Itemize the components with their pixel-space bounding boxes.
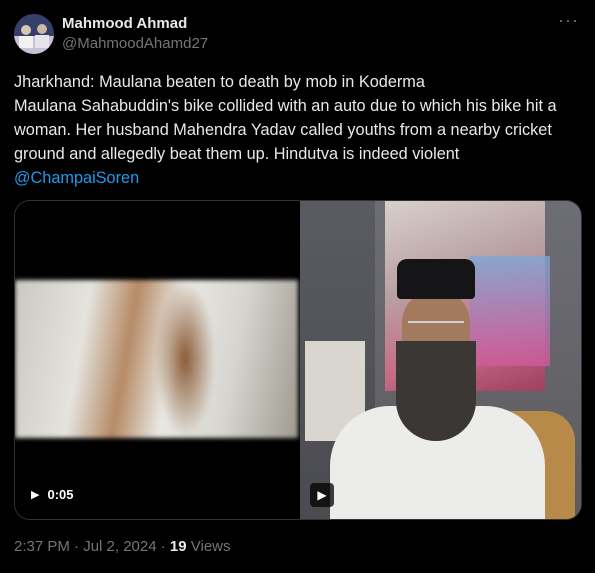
play-button-icon[interactable]: ▶ [310,483,334,507]
tweet-meta: 2:37 PM · Jul 2, 2024 · 19 Views [14,538,231,555]
avatar-image [14,14,54,54]
play-icon: ▶ [31,489,40,501]
mention-link[interactable]: @ChampaiSoren [14,169,139,187]
video-thumbnail-1[interactable]: ▶ 0:05 [15,201,298,519]
media-grid: ▶ 0:05 ▶ [14,200,582,520]
author-name[interactable]: Mahmood Ahmad [62,15,187,32]
avatar[interactable] [14,14,54,54]
timestamp[interactable]: 2:37 PM · Jul 2, 2024 · [14,538,170,555]
views-label: Views [186,538,231,555]
views-count: 19 [169,538,187,555]
tweet-text: Jharkhand: Maulana beaten to death by mo… [14,70,582,190]
video-thumbnail-2[interactable]: ▶ [300,201,581,519]
tweet-line-1: Jharkhand: Maulana beaten to death by mo… [14,73,425,91]
video-frame-person-cap [397,259,475,299]
video-frame-poster-2 [470,256,550,366]
video-duration: 0:05 [47,487,74,502]
tweet-line-2: Maulana Sahabuddin's bike collided with … [14,97,557,163]
more-options-icon[interactable]: ··· [558,10,579,31]
video-frame-person-beard [396,341,476,441]
video-play-control-1[interactable]: ▶ 0:05 [31,487,74,502]
video-frame-blurred [15,280,298,438]
video-frame-glasses [408,321,464,331]
author-handle[interactable]: @MahmoodAhamd27 [62,35,208,52]
